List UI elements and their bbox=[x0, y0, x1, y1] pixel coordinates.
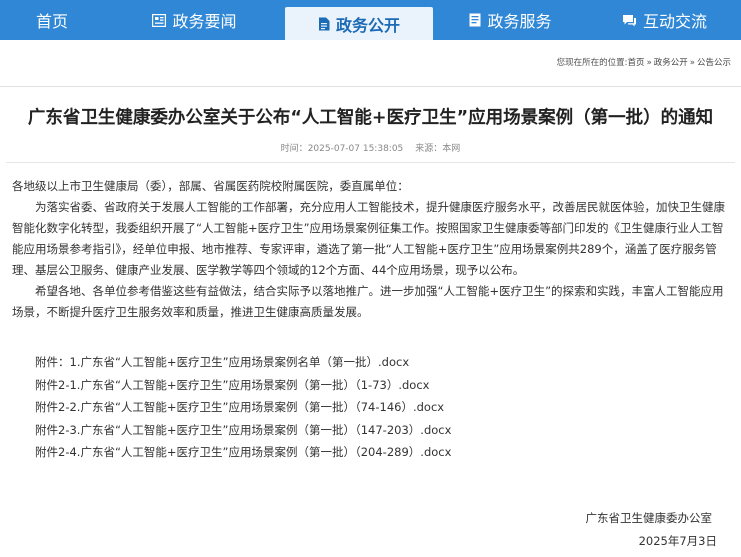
source-label: 来源： bbox=[415, 144, 443, 154]
article-meta: 时间：2025-07-07 15:38:05 来源：本网 bbox=[0, 141, 741, 154]
nav-item-home[interactable]: 首页 bbox=[0, 0, 104, 40]
service-icon bbox=[469, 13, 481, 27]
time-label: 时间： bbox=[280, 144, 308, 154]
attachment-link[interactable]: 附件2-1.广东省“人工智能+医疗卫生”应用场景案例（第一批）（1-73）.do… bbox=[35, 374, 725, 397]
attachment-link[interactable]: 附件：1.广东省“人工智能+医疗卫生”应用场景案例名单（第一批）.docx bbox=[35, 351, 725, 374]
breadcrumb-home-link[interactable]: 首页 bbox=[628, 58, 645, 68]
nav-item-label: 政务服务 bbox=[487, 12, 552, 31]
attachment-link[interactable]: 附件2-2.广东省“人工智能+医疗卫生”应用场景案例（第一批）（74-146）.… bbox=[35, 396, 725, 419]
document-icon bbox=[318, 17, 330, 31]
nav-item-label: 首页 bbox=[35, 12, 68, 31]
attachment-link[interactable]: 附件2-4.广东省“人工智能+医疗卫生”应用场景案例（第一批）（204-289）… bbox=[35, 441, 725, 464]
header-divider bbox=[0, 86, 741, 87]
nav-item-label: 政务公开 bbox=[335, 15, 400, 35]
breadcrumb-prefix: 您现在所在的位置: bbox=[556, 58, 628, 68]
nav-item-interaction[interactable]: 互动交流 bbox=[588, 0, 741, 40]
news-icon bbox=[152, 13, 167, 27]
salutation: 各地级以上市卫生健康局（委），部属、省属医药院校附属医院，委直属单位： bbox=[12, 179, 409, 193]
breadcrumb: 您现在所在的位置:首页» 政务公开» 公告公示 bbox=[557, 56, 731, 68]
signature-date: 2025年7月3日 bbox=[638, 534, 717, 548]
source-value: 本网 bbox=[442, 144, 461, 154]
nav-item-news[interactable]: 政务要闻 bbox=[104, 0, 285, 40]
nav-item-label: 互动交流 bbox=[642, 12, 707, 31]
body-paragraph: 为落实省委、省政府关于发展人工智能的工作部署，充分应用人工智能技术，提升健康医疗… bbox=[12, 200, 725, 277]
article-title: 广东省卫生健康委办公室关于公布“人工智能+医疗卫生”应用场景案例（第一批）的通知 bbox=[27, 108, 714, 128]
body-paragraph: 希望各地、各单位参考借鉴这些有益做法，结合实际予以落地推广。进一步加强“人工智能… bbox=[12, 284, 724, 319]
breadcrumb-bar: 您现在所在的位置:首页» 政务公开» 公告公示 bbox=[0, 40, 741, 86]
breadcrumb-separator: » bbox=[646, 58, 652, 68]
article-body: 各地级以上市卫生健康局（委），部属、省属医药院校附属医院，委直属单位： 为落实省… bbox=[12, 176, 730, 323]
attachment-link[interactable]: 附件2-3.广东省“人工智能+医疗卫生”应用场景案例（第一批）（147-203）… bbox=[35, 419, 725, 442]
breadcrumb-open-government-link[interactable]: 政务公开 bbox=[654, 58, 688, 68]
publish-time: 2025-07-07 15:38:05 bbox=[307, 144, 404, 154]
breadcrumb-announcements-link[interactable]: 公告公示 bbox=[697, 58, 731, 68]
nav-item-services[interactable]: 政务服务 bbox=[433, 0, 588, 40]
nav-item-label: 政务要闻 bbox=[172, 12, 237, 31]
signature-organization: 广东省卫生健康委办公室 bbox=[585, 511, 713, 525]
chat-icon bbox=[622, 14, 637, 27]
main-nav: 首页 政务要闻 政务公开 政务服务 互动交流 bbox=[0, 0, 741, 40]
attachment-list: 附件：1.广东省“人工智能+医疗卫生”应用场景案例名单（第一批）.docx 附件… bbox=[35, 351, 725, 464]
meta-divider bbox=[6, 162, 735, 163]
nav-item-open-government[interactable]: 政务公开 bbox=[285, 7, 433, 40]
breadcrumb-separator: » bbox=[689, 58, 695, 68]
